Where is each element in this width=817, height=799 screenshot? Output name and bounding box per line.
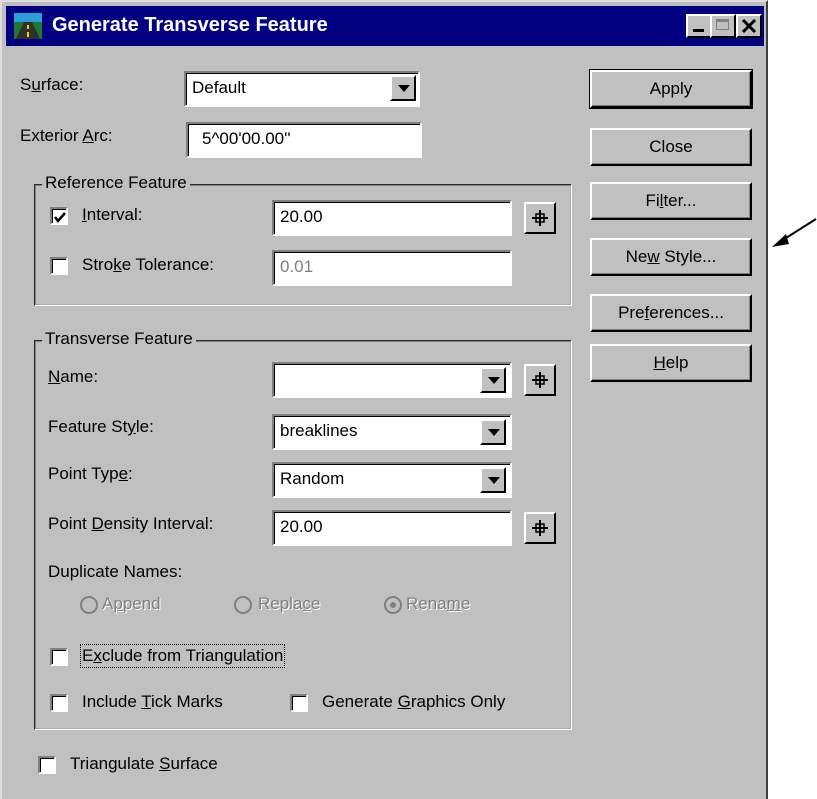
crosshair-icon (532, 520, 548, 536)
crosshair-icon (532, 210, 548, 226)
generate-graphics-only-label: Generate Graphics Only (322, 692, 506, 711)
maximize-button[interactable] (710, 14, 736, 38)
preferences-button[interactable]: Preferences... (590, 294, 752, 332)
density-pick-button[interactable] (524, 512, 556, 544)
stroke-tolerance-value: 0.01 (280, 257, 314, 276)
interval-value: 20.00 (280, 207, 323, 226)
append-label: Append (102, 594, 161, 613)
replace-label: Replace (258, 594, 321, 613)
maximize-icon (716, 19, 729, 30)
append-radio[interactable] (80, 596, 98, 614)
reference-feature-legend: Reference Feature (42, 173, 190, 193)
point-density-value: 20.00 (280, 517, 323, 536)
feature-style-label: Feature Style: (48, 417, 154, 436)
point-type-dropdown-button[interactable] (480, 467, 506, 493)
surface-value: Default (192, 78, 246, 97)
interval-label: Interval: (82, 205, 143, 224)
transverse-feature-legend: Transverse Feature (42, 329, 196, 349)
close-button[interactable]: Close (590, 128, 752, 166)
apply-button[interactable]: Apply (589, 69, 753, 109)
point-density-input[interactable]: 20.00 (272, 510, 512, 546)
crosshair-icon (532, 372, 548, 388)
point-density-label: Point Density Interval: (48, 514, 214, 533)
title-bar[interactable]: Generate Transverse Feature (6, 6, 764, 46)
replace-radio[interactable] (234, 596, 252, 614)
interval-checkbox[interactable] (50, 207, 68, 225)
point-type-value: Random (280, 469, 345, 488)
include-tick-marks-label: Include Tick Marks (82, 692, 223, 711)
duplicate-names-label: Duplicate Names: (48, 562, 183, 581)
include-tick-marks-checkbox[interactable] (50, 694, 68, 712)
point-type-dropdown[interactable]: Random (272, 462, 512, 498)
dialog-window: Generate Transverse Feature Surface: Def… (0, 0, 768, 799)
interval-input[interactable]: 20.00 (272, 200, 512, 236)
stroke-tolerance-checkbox[interactable] (50, 257, 68, 275)
feature-style-dropdown-button[interactable] (480, 419, 506, 445)
rename-label: Rename (406, 594, 471, 613)
exclude-triangulation-label: Exclude from Triangulation (79, 644, 286, 668)
feature-style-dropdown[interactable]: breaklines (272, 414, 512, 450)
stroke-tolerance-label: Stroke Tolerance: (82, 255, 214, 274)
filter-button[interactable]: Filter... (590, 182, 752, 220)
interval-pick-button[interactable] (524, 202, 556, 234)
help-button[interactable]: Help (590, 344, 752, 382)
checkmark-icon (54, 212, 66, 223)
new-style-button[interactable]: New Style... (590, 238, 752, 276)
triangulate-surface-label: Triangulate Surface (70, 754, 218, 773)
generate-graphics-only-checkbox[interactable] (290, 694, 308, 712)
exclude-triangulation-checkbox[interactable] (50, 648, 68, 666)
surface-dropdown[interactable]: Default (184, 71, 420, 107)
surface-label: Surface: (20, 75, 84, 94)
name-label: Name: (48, 367, 99, 386)
name-dropdown[interactable] (272, 362, 512, 398)
point-type-label: Point Type: (48, 464, 133, 483)
close-window-button[interactable] (736, 14, 762, 38)
exterior-arc-label: Exterior Arc: (20, 126, 113, 145)
window-title: Generate Transverse Feature (52, 14, 328, 36)
annotation-arrow-icon (772, 218, 817, 247)
name-dropdown-button[interactable] (480, 367, 506, 393)
rename-radio[interactable] (384, 596, 402, 614)
minimize-button[interactable] (686, 14, 712, 38)
close-icon (741, 18, 757, 34)
road-icon (14, 13, 42, 39)
triangulate-surface-checkbox[interactable] (38, 756, 56, 774)
name-pick-button[interactable] (524, 364, 556, 396)
exterior-arc-value: 5^00'00.00'' (202, 129, 291, 148)
minimize-icon (693, 29, 704, 32)
exterior-arc-input[interactable]: 5^00'00.00'' (186, 122, 422, 158)
surface-dropdown-button[interactable] (390, 75, 416, 101)
feature-style-value: breaklines (280, 421, 358, 440)
stroke-tolerance-input[interactable]: 0.01 (272, 250, 512, 286)
